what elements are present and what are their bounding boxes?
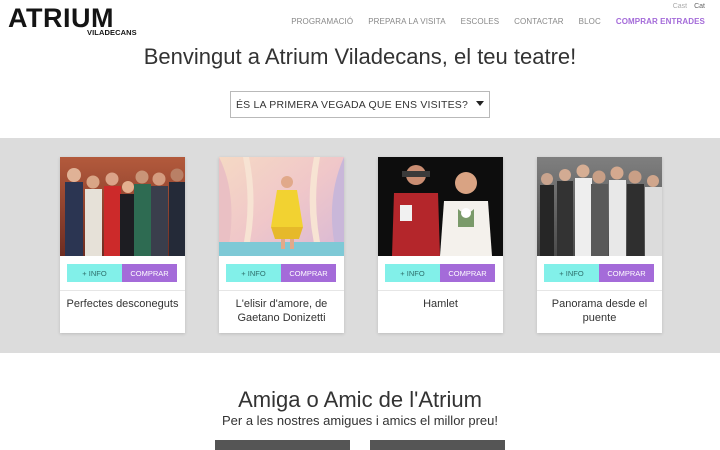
amic-subtitle: Per a les nostres amigues i amics el mil…: [222, 413, 498, 428]
buy-button[interactable]: COMPRAR: [122, 264, 177, 282]
caret-down-icon: [476, 101, 485, 106]
card-divider: [219, 290, 344, 291]
show-image[interactable]: [378, 157, 503, 256]
page-title: Benvingut a Atrium Viladecans, el teu te…: [143, 44, 577, 69]
amic-title: Amiga o Amic de l'Atrium: [238, 387, 482, 412]
show-card: + INFO COMPRAR Perfectes desconeguts: [60, 157, 185, 333]
first-visit-label: ÉS LA PRIMERA VEGADA QUE ENS VISITES?: [235, 98, 469, 111]
show-card: + INFO COMPRAR Hamlet: [378, 157, 503, 333]
show-card: + INFO COMPRAR L'elisir d'amore, de Gaet…: [219, 157, 344, 333]
nav-programacio[interactable]: PROGRAMACIÓ: [291, 17, 353, 26]
main-nav: PROGRAMACIÓ PREPARA LA VISITA ESCOLES CO…: [276, 17, 705, 26]
amic-button-right[interactable]: [370, 440, 505, 450]
site-header: ATRIUM VILADECANS Cast Cat PROGRAMACIÓ P…: [0, 0, 720, 40]
show-title[interactable]: Perfectes desconeguts: [64, 297, 181, 311]
show-title[interactable]: Panorama desde el puente: [541, 297, 658, 325]
info-button[interactable]: + INFO: [226, 264, 281, 282]
logo-subtitle: VILADECANS: [87, 28, 137, 37]
amic-button-left[interactable]: [215, 440, 350, 450]
buy-button[interactable]: COMPRAR: [281, 264, 336, 282]
card-divider: [60, 290, 185, 291]
nav-comprar-entrades[interactable]: COMPRAR ENTRADES: [616, 17, 705, 26]
shows-section: + INFO COMPRAR Perfectes desconeguts + I…: [0, 138, 720, 353]
info-button[interactable]: + INFO: [385, 264, 440, 282]
language-switcher: Cast Cat: [668, 3, 705, 10]
info-button[interactable]: + INFO: [67, 264, 122, 282]
info-button[interactable]: + INFO: [544, 264, 599, 282]
show-card: + INFO COMPRAR Panorama desde el puente: [537, 157, 662, 333]
show-image[interactable]: [219, 157, 344, 256]
show-title[interactable]: L'elisir d'amore, de Gaetano Donizetti: [223, 297, 340, 325]
nav-escoles[interactable]: ESCOLES: [461, 17, 500, 26]
lang-cat[interactable]: Cat: [694, 3, 705, 10]
show-image[interactable]: [537, 157, 662, 256]
buy-button[interactable]: COMPRAR: [440, 264, 495, 282]
lang-cast[interactable]: Cast: [673, 3, 687, 10]
card-divider: [537, 290, 662, 291]
nav-contactar[interactable]: CONTACTAR: [514, 17, 564, 26]
buy-button[interactable]: COMPRAR: [599, 264, 654, 282]
first-visit-dropdown[interactable]: ÉS LA PRIMERA VEGADA QUE ENS VISITES?: [230, 91, 490, 118]
nav-prepara-visita[interactable]: PREPARA LA VISITA: [368, 17, 445, 26]
atrium-logo[interactable]: ATRIUM VILADECANS: [8, 5, 137, 39]
nav-bloc[interactable]: BLOC: [579, 17, 601, 26]
card-divider: [378, 290, 503, 291]
show-title[interactable]: Hamlet: [382, 297, 499, 311]
show-image[interactable]: [60, 157, 185, 256]
